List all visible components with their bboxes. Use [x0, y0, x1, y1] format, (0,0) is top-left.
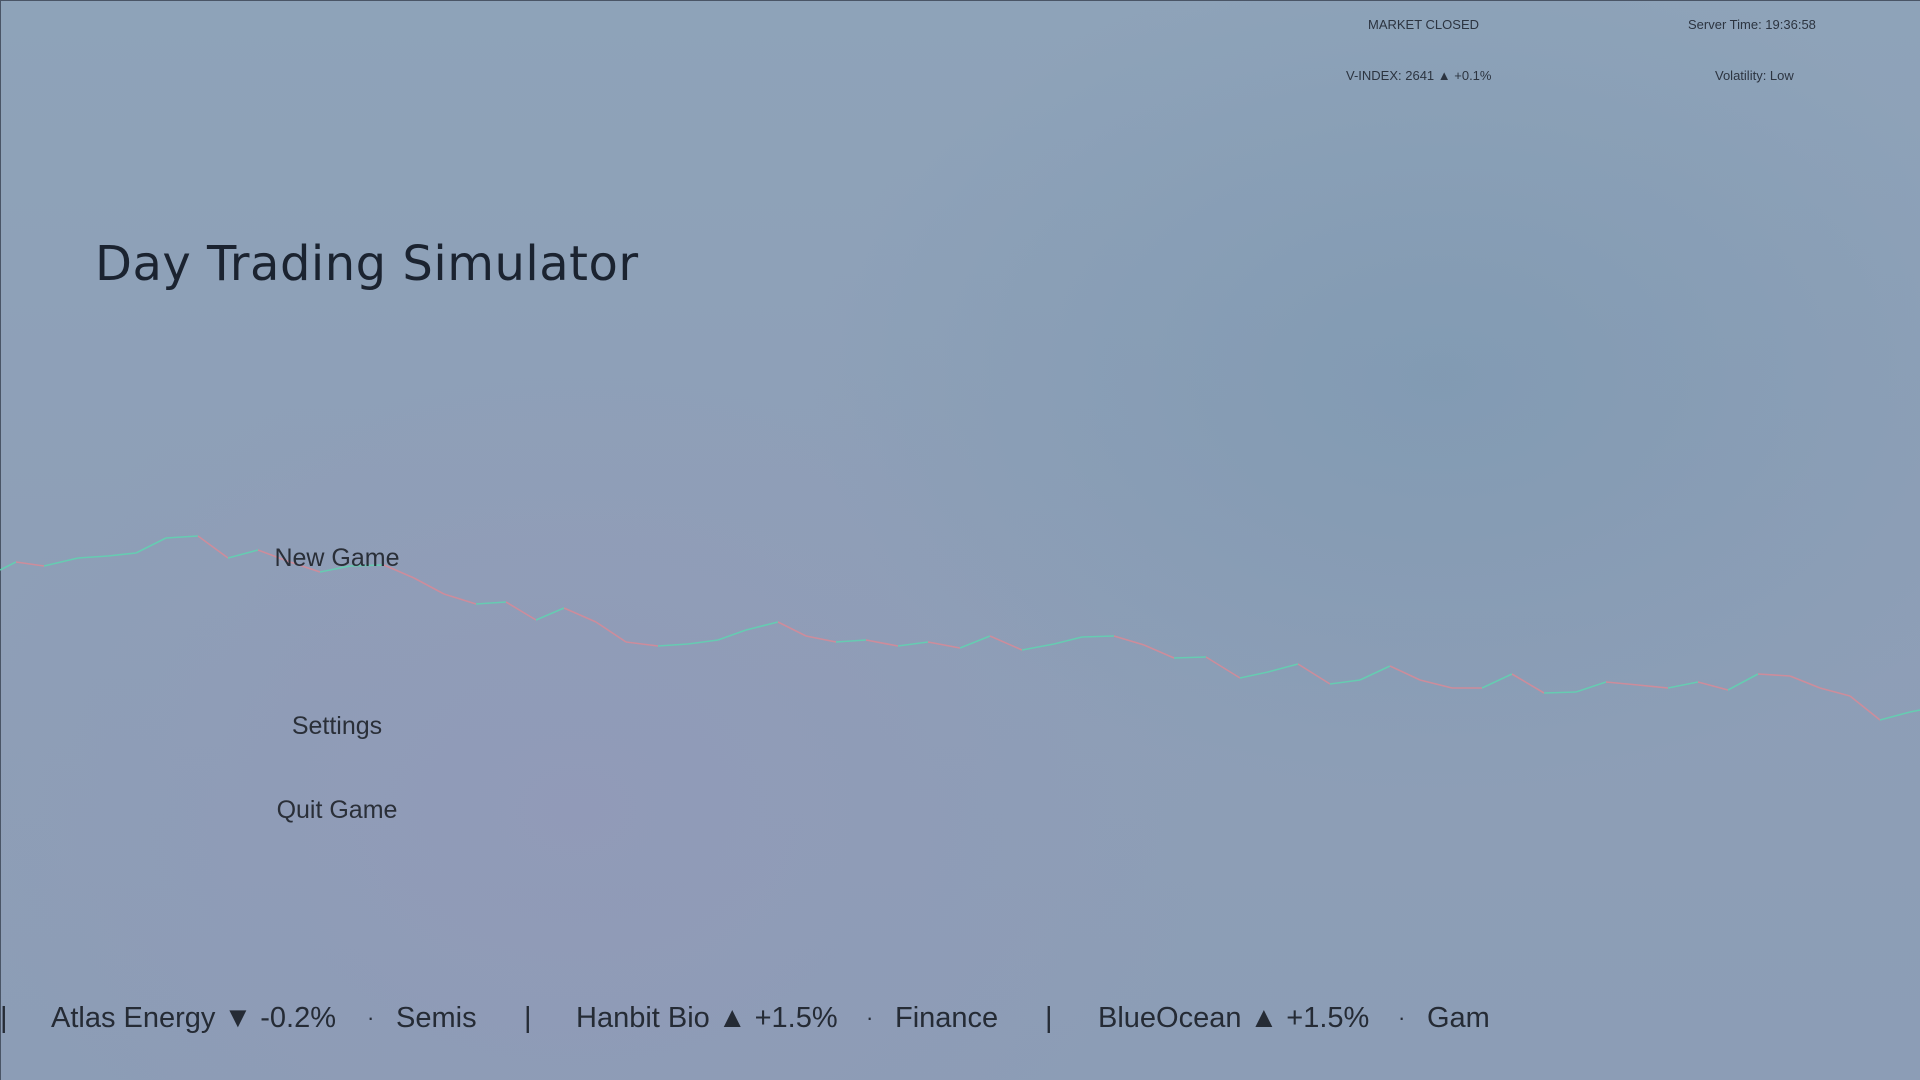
quit-game-button[interactable]: Quit Game	[207, 786, 467, 834]
ticker-separator: |	[0, 1002, 8, 1034]
volatility-readout: Volatility: Low	[1715, 68, 1794, 83]
ticker-separator: |	[1045, 1002, 1053, 1034]
ticker-item: Finance	[895, 1002, 999, 1034]
ticker-item: Atlas Energy ▼ -0.2%	[51, 1002, 336, 1034]
ticker-dot: ·	[367, 1005, 375, 1030]
market-status: MARKET CLOSED	[1368, 17, 1480, 32]
ticker-item: BlueOcean ▲ +1.5%	[1098, 1002, 1370, 1034]
ticker-dot: ·	[1398, 1005, 1406, 1030]
stock-ticker: | Atlas Energy ▼ -0.2% · Semis | Hanbit …	[0, 996, 1920, 1040]
ticker-item: Semis	[396, 1002, 477, 1034]
window-top-edge	[0, 0, 1920, 1]
window-left-edge	[0, 0, 1, 1080]
new-game-button[interactable]: New Game	[207, 534, 467, 582]
ticker-item: Hanbit Bio ▲ +1.5%	[576, 1002, 838, 1034]
settings-button[interactable]: Settings	[207, 702, 467, 750]
ticker-separator: |	[524, 1002, 532, 1034]
game-title: Day Trading Simulator	[95, 236, 639, 292]
server-time: Server Time: 19:36:58	[1688, 17, 1816, 32]
ticker-dot: ·	[866, 1005, 874, 1030]
v-index-readout: V-INDEX: 2641 ▲ +0.1%	[1346, 68, 1492, 83]
ticker-item: Gam	[1427, 1002, 1490, 1034]
